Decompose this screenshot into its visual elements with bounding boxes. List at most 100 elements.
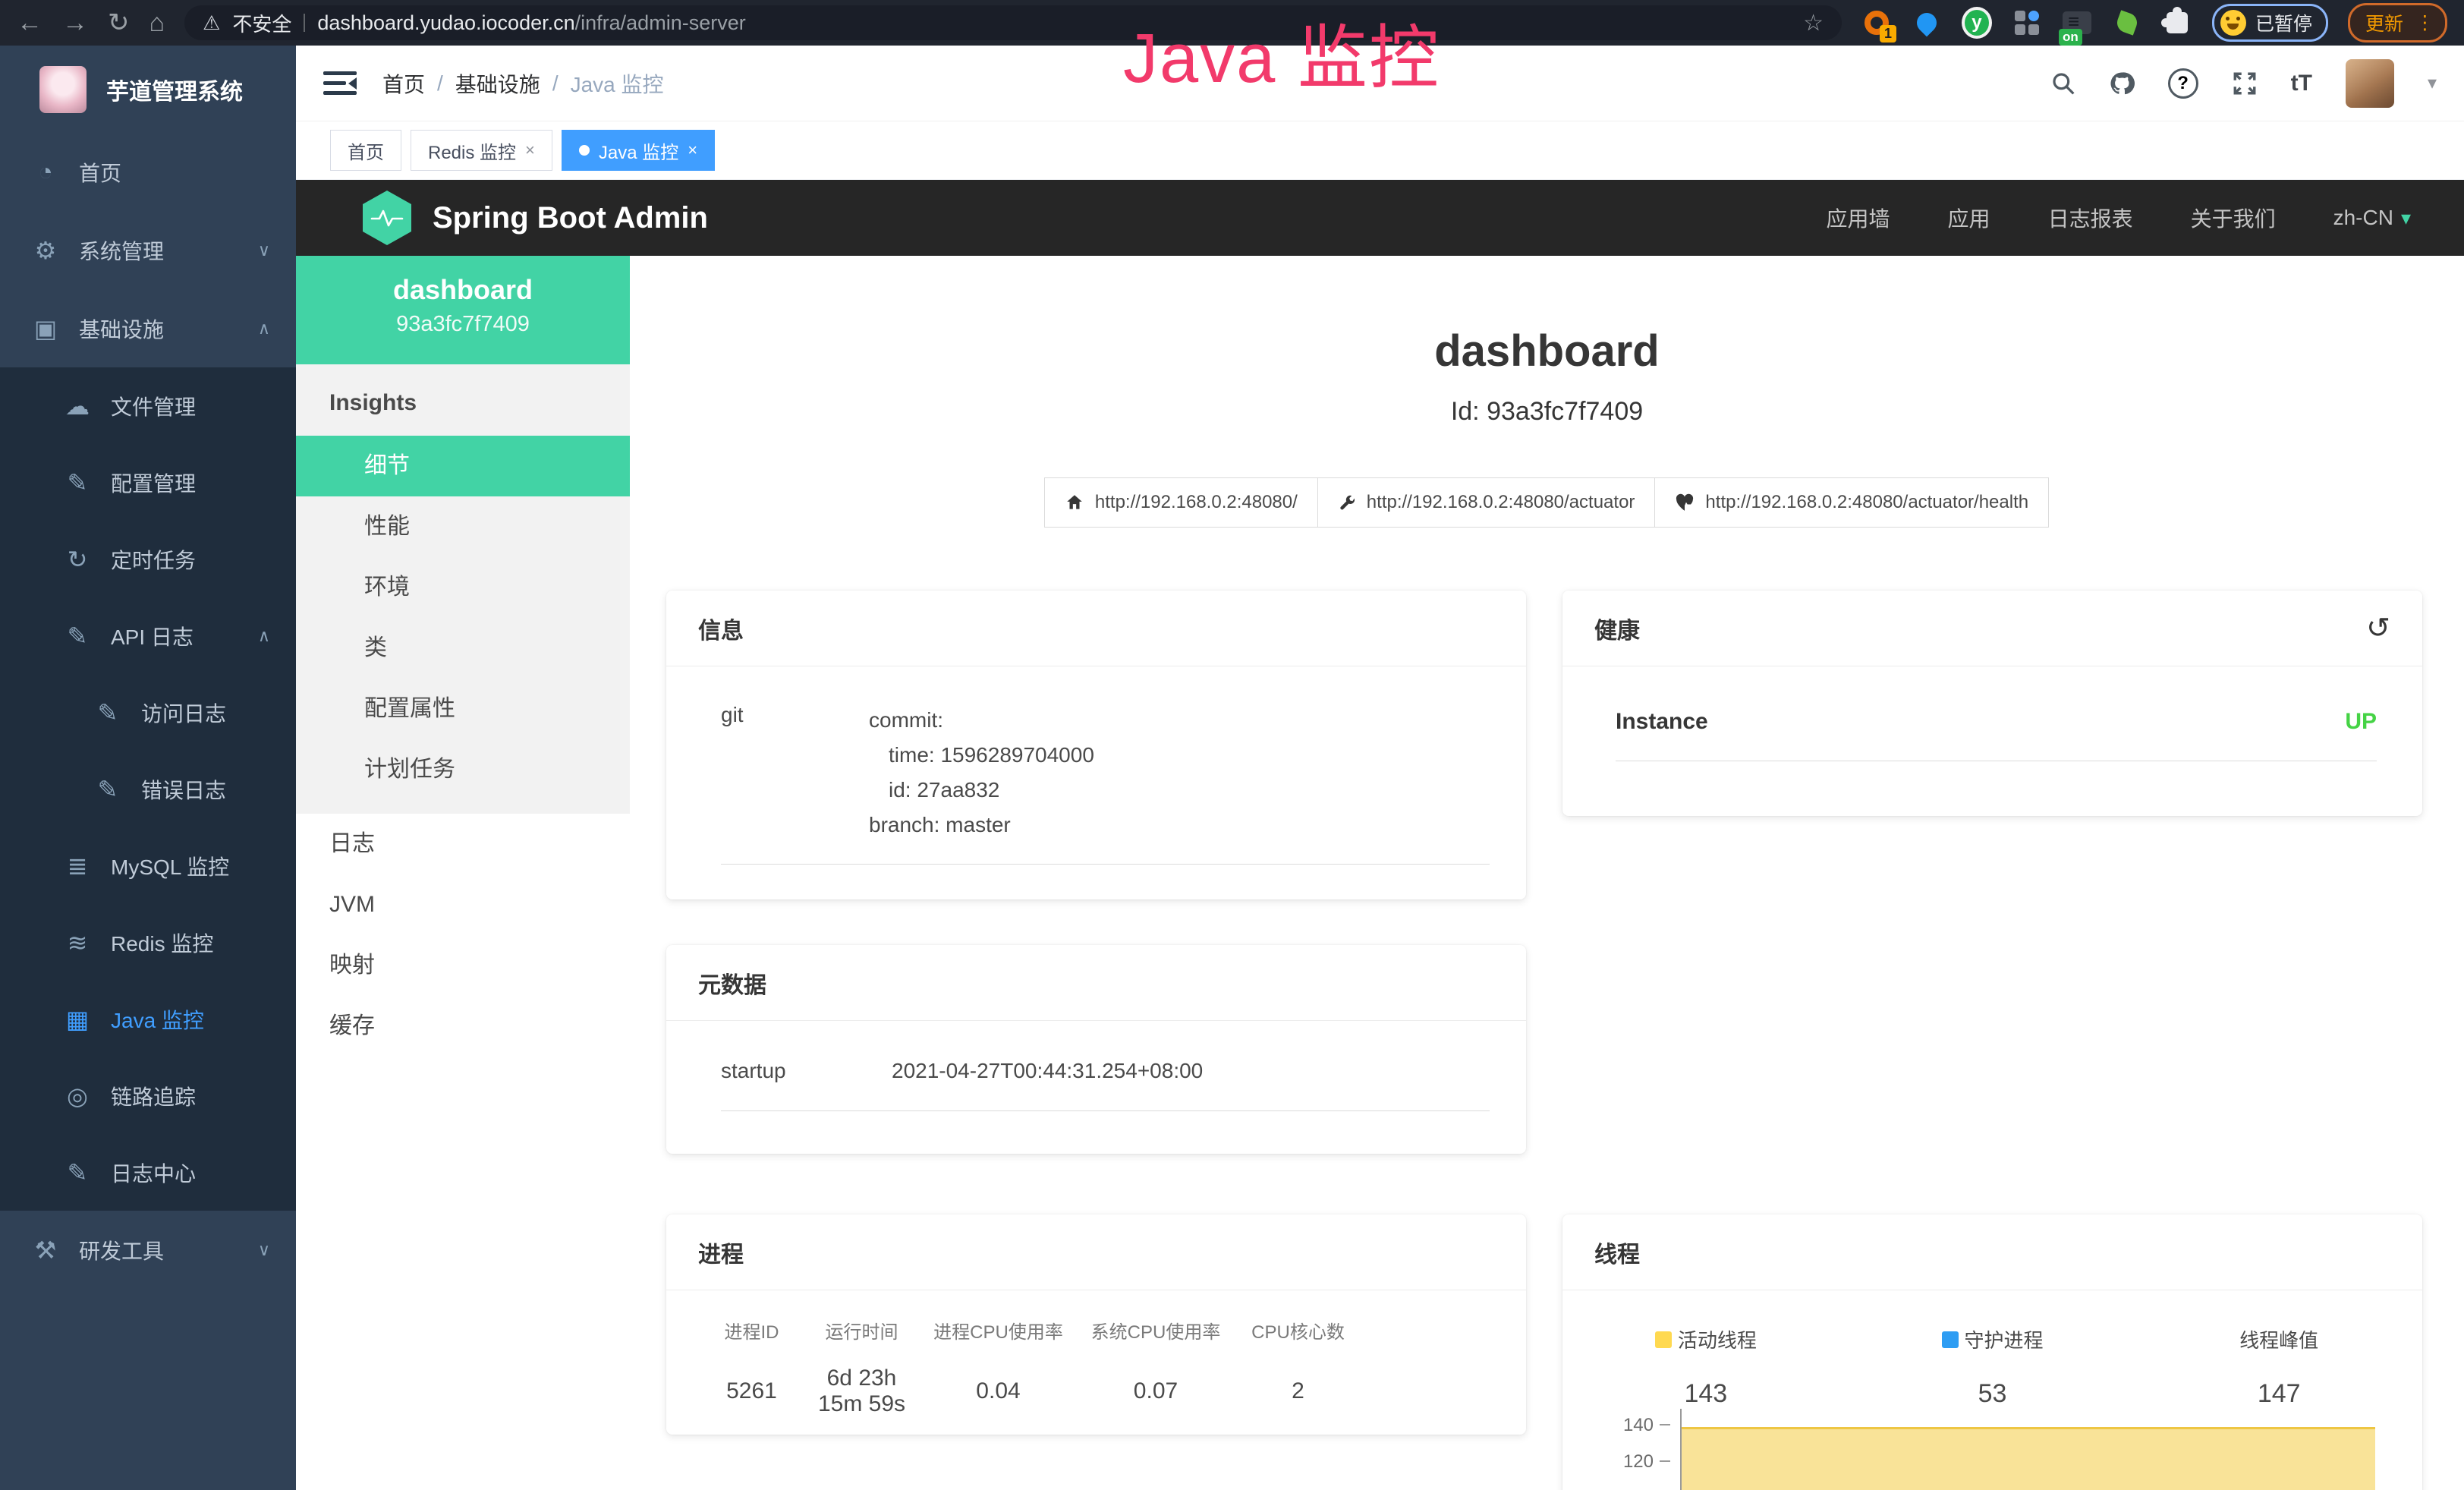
sidebar-item-dev-tools[interactable]: ⚒研发工具∨ — [0, 1211, 296, 1289]
paused-label: 已暂停 — [2255, 9, 2312, 36]
github-icon[interactable] — [2109, 71, 2135, 96]
sidebar-item-jobs[interactable]: ↻定时任务 — [0, 521, 296, 597]
tab-java-monitor[interactable]: Java 监控× — [562, 130, 715, 171]
user-avatar[interactable] — [2346, 59, 2394, 108]
log-edit-icon: ✎ — [61, 622, 94, 650]
sidebar-item-home[interactable]: ◔首页 — [0, 133, 296, 211]
actuator-url-link[interactable]: http://192.168.0.2:48080/actuator — [1317, 477, 1656, 528]
close-icon[interactable]: × — [525, 140, 535, 160]
spring-boot-admin-logo-icon — [363, 191, 411, 245]
service-url-link[interactable]: http://192.168.0.2:48080/ — [1044, 477, 1318, 528]
sidebar-item-config[interactable]: ✎配置管理 — [0, 444, 296, 521]
sba-nav-wallboard[interactable]: 应用墙 — [1827, 203, 1890, 233]
close-icon[interactable]: × — [688, 140, 697, 160]
menu-item-mappings[interactable]: 映射 — [296, 935, 630, 996]
threads-chart: 140 120 100 — [1562, 1404, 2422, 1490]
home-icon[interactable]: ⌂ — [149, 10, 165, 36]
page-annotation: Java 监控 — [1123, 2, 1440, 102]
sidebar-item-java-monitor[interactable]: ▦Java 监控 — [0, 981, 296, 1057]
metadata-row-label: startup — [721, 1059, 892, 1083]
security-label[interactable]: 不安全 — [232, 9, 291, 37]
instance-id: 93a3fc7f7409 — [296, 312, 630, 337]
sidebar-item-redis[interactable]: ≋Redis 监控 — [0, 904, 296, 981]
process-table: 进程ID 运行时间 进程CPU使用率 系统CPU使用率 CPU核心数 5261 … — [697, 1316, 1364, 1418]
url-text[interactable]: dashboard.yudao.iocoder.cn/infra/admin-s… — [317, 11, 745, 35]
update-label: 更新 — [2365, 9, 2403, 36]
locale-select[interactable]: zh-CN▾ — [2333, 206, 2411, 230]
extension-pin-icon[interactable] — [1912, 8, 1942, 38]
menu-item-logs[interactable]: 日志 — [296, 814, 630, 874]
extension-on-icon[interactable]: on — [2062, 8, 2092, 38]
sba-nav-applications[interactable]: 应用 — [1948, 203, 1990, 233]
profile-paused-chip[interactable]: 已暂停 — [2212, 4, 2328, 42]
insights-item-environment[interactable]: 环境 — [296, 557, 630, 618]
user-menu-caret-icon[interactable]: ▾ — [2428, 72, 2437, 94]
extension-leaf-icon[interactable] — [2112, 8, 2142, 38]
infra-submenu: ☁文件管理 ✎配置管理 ↻定时任务 ✎API 日志∧ ✎访问日志 ✎错误日志 ≣… — [0, 367, 296, 1211]
breadcrumb-infra[interactable]: 基础设施 — [455, 68, 540, 99]
metadata-card-title: 元数据 — [666, 945, 1526, 1021]
timer-icon: ↻ — [61, 545, 94, 574]
java-monitor-icon: ▦ — [61, 1005, 94, 1034]
bookmark-star-icon[interactable]: ☆ — [1803, 10, 1824, 36]
insights-item-configprops[interactable]: 配置属性 — [296, 679, 630, 739]
insights-item-metrics[interactable]: 性能 — [296, 496, 630, 557]
sidebar-item-tracing[interactable]: ◎链路追踪 — [0, 1057, 296, 1134]
log-edit-icon: ✎ — [91, 698, 124, 727]
sidebar-item-log-center[interactable]: ✎日志中心 — [0, 1134, 296, 1211]
font-size-icon[interactable]: tT — [2291, 71, 2312, 96]
legend-peak-threads: 线程峰值 147 — [2135, 1325, 2422, 1409]
health-url-link[interactable]: http://192.168.0.2:48080/actuator/health — [1654, 477, 2049, 528]
info-git-row: git commit: time: 1596289704000 id: 27aa… — [721, 703, 1490, 865]
insights-item-details[interactable]: 细节 — [296, 436, 630, 496]
app-logo-row[interactable]: 芋道管理系统 — [0, 46, 296, 133]
health-card: 健康 ↺ Instance UP — [1562, 591, 2422, 816]
tab-redis-monitor[interactable]: Redis 监控× — [411, 130, 552, 171]
omnibox-divider — [304, 14, 305, 32]
help-icon[interactable]: ? — [2168, 68, 2198, 99]
sidebar-item-system[interactable]: ⚙系统管理∨ — [0, 211, 296, 289]
log-edit-icon: ✎ — [61, 1158, 94, 1187]
browser-menu-icon[interactable]: ⋮ — [2415, 17, 2434, 29]
extension-y-icon[interactable]: y — [1962, 8, 1992, 38]
menu-item-jvm[interactable]: JVM — [296, 874, 630, 935]
sidebar-item-mysql[interactable]: ≣MySQL 监控 — [0, 827, 296, 904]
search-icon[interactable] — [2051, 71, 2075, 96]
tab-home[interactable]: 首页 — [330, 130, 401, 171]
health-instance-row: Instance UP — [1616, 709, 2377, 761]
sba-nav-journal[interactable]: 日志报表 — [2048, 203, 2133, 233]
instance-header[interactable]: dashboard 93a3fc7f7409 — [296, 256, 630, 364]
extension-orange-icon[interactable]: 1 — [1861, 8, 1892, 38]
health-card-title: 健康 — [1594, 612, 1640, 645]
spring-boot-admin-header: Spring Boot Admin 应用墙 应用 日志报表 关于我们 zh-CN… — [296, 180, 2464, 256]
breadcrumb-home[interactable]: 首页 — [382, 68, 425, 99]
fullscreen-icon[interactable] — [2232, 71, 2258, 96]
extensions-puzzle-icon[interactable] — [2162, 8, 2192, 38]
insights-item-classes[interactable]: 类 — [296, 618, 630, 679]
sidebar-item-error-log[interactable]: ✎错误日志 — [0, 751, 296, 827]
screenshot-root: ← → ↻ ⌂ ⚠ 不安全 dashboard.yudao.iocoder.cn… — [0, 0, 2464, 1490]
gear-icon: ⚙ — [29, 236, 62, 265]
info-card: 信息 git commit: time: 1596289704000 id: 2… — [666, 591, 1526, 899]
chevron-down-icon: ∨ — [258, 241, 270, 260]
reload-icon[interactable]: ↻ — [108, 10, 130, 36]
health-row-label: Instance — [1616, 709, 1708, 735]
sidebar-item-infra[interactable]: ▣基础设施∧ — [0, 289, 296, 367]
chevron-up-icon: ∧ — [258, 319, 270, 339]
forward-icon[interactable]: → — [62, 10, 88, 36]
sidebar-item-files[interactable]: ☁文件管理 — [0, 367, 296, 444]
app-sidebar: 芋道管理系统 ◔首页 ⚙系统管理∨ ▣基础设施∧ ☁文件管理 ✎配置管理 ↻定时… — [0, 46, 296, 1490]
sidebar-item-api-log[interactable]: ✎API 日志∧ — [0, 597, 296, 674]
edit-icon: ✎ — [61, 468, 94, 497]
insights-item-scheduled-tasks[interactable]: 计划任务 — [296, 739, 630, 800]
address-bar[interactable]: ⚠ 不安全 dashboard.yudao.iocoder.cn/infra/a… — [184, 5, 1842, 40]
history-icon[interactable]: ↺ — [2366, 611, 2390, 645]
threads-legend: 活动线程 143 守护进程 53 线程峰值 147 — [1562, 1325, 2422, 1409]
back-icon[interactable]: ← — [17, 10, 42, 36]
extension-grid-icon[interactable] — [2012, 8, 2042, 38]
collapse-menu-icon[interactable] — [323, 70, 357, 97]
sidebar-item-access-log[interactable]: ✎访问日志 — [0, 674, 296, 751]
browser-update-button[interactable]: 更新 ⋮ — [2348, 3, 2447, 43]
sba-nav-about[interactable]: 关于我们 — [2191, 203, 2276, 233]
menu-item-caches[interactable]: 缓存 — [296, 996, 630, 1057]
